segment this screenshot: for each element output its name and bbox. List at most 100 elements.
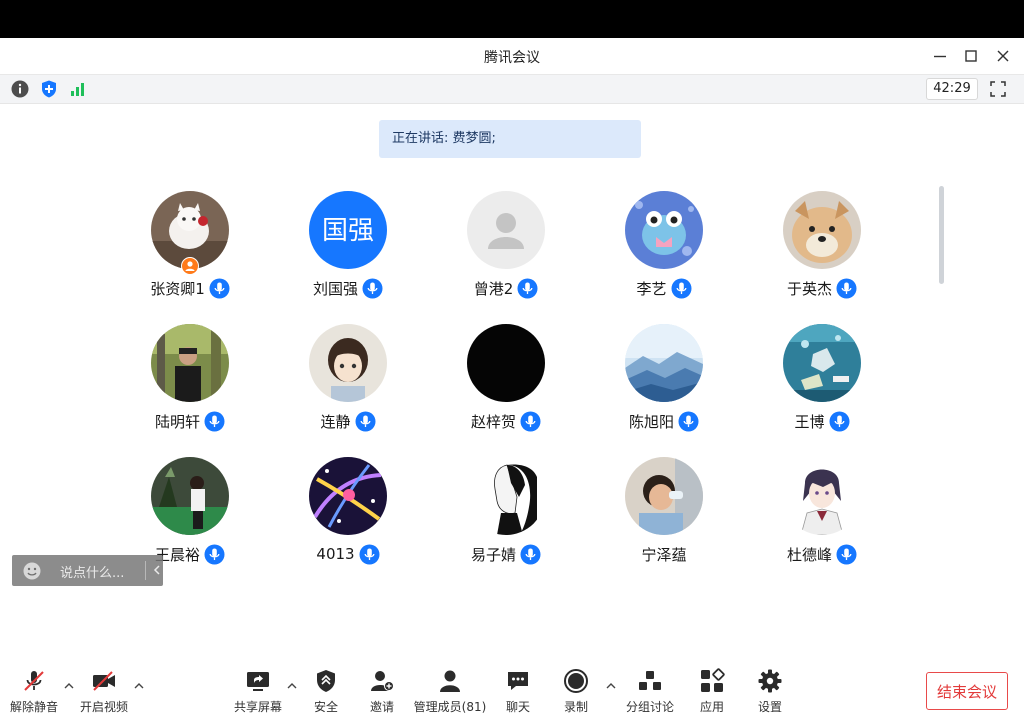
participant-name: 刘国强 [312,279,358,298]
signal-strength-icon[interactable] [68,79,88,99]
emoji-icon[interactable] [22,561,42,581]
participant-tile[interactable]: 于英杰 [752,191,892,311]
chat-label: 聊天 [505,700,531,714]
shield-icon [313,668,339,694]
security-label: 安全 [313,700,339,714]
participant-name: 曾港2 [473,279,514,298]
end-meeting-button[interactable]: 结束会议 [926,672,1008,710]
collapse-chevron-icon[interactable] [150,562,164,578]
invite-button[interactable]: 邀请 [360,668,404,716]
participant-name: 杜德峰 [786,545,832,564]
participant-tile[interactable]: 李艺 [594,191,734,311]
participant-name: 于英杰 [786,279,832,298]
settings-button[interactable]: 设置 [748,668,792,716]
settings-label: 设置 [757,700,783,714]
microphone-icon [204,544,225,565]
participant-tile[interactable]: 杜德峰 [752,457,892,577]
avatar [625,457,703,535]
avatar: 国强 [309,191,387,269]
microphone-icon [671,278,692,299]
microphone-icon [520,544,541,565]
avatar [783,191,861,269]
chat-input-bar[interactable]: 说点什么... [12,555,163,586]
participant-tile[interactable]: 王博 [752,324,892,444]
info-icon[interactable] [10,79,30,99]
microphone-icon [517,278,538,299]
video-off-icon [91,668,117,694]
microphone-icon [204,411,225,432]
breakout-rooms-label: 分组讨论 [625,700,675,714]
participant-tile[interactable]: 曾港2 [436,191,576,311]
avatar [151,324,229,402]
unmute-label: 解除静音 [9,700,59,714]
avatar [625,191,703,269]
avatar [309,457,387,535]
manage-members-label: 管理成员(81) [413,700,487,714]
record-options-chevron-icon[interactable] [604,680,618,692]
avatar [309,324,387,402]
apps-button[interactable]: 应用 [690,668,734,716]
microphone-icon [362,278,383,299]
security-button[interactable]: 安全 [304,668,348,716]
participant-tile[interactable]: 陈旭阳 [594,324,734,444]
window-title: 腾讯会议 [484,50,540,66]
fullscreen-icon[interactable] [988,79,1008,99]
participant-tile[interactable]: 赵梓贺 [436,324,576,444]
participant-name: 张资卿1 [150,279,205,298]
avatar [467,191,545,269]
gear-icon [757,668,783,694]
audio-options-chevron-icon[interactable] [62,680,76,692]
title-bar: 腾讯会议 [0,38,1024,75]
share-screen-button[interactable]: 共享屏幕 [232,668,284,716]
host-icon [181,257,199,275]
maximize-button[interactable] [959,44,983,68]
participant-tile[interactable]: 张资卿1 [120,191,260,311]
participant-tile[interactable]: 宁泽蕴 [594,457,734,577]
invite-label: 邀请 [369,700,395,714]
share-screen-icon [245,668,271,694]
microphone-icon [829,411,850,432]
start-video-button[interactable]: 开启视频 [78,668,130,716]
breakout-rooms-button[interactable]: 分组讨论 [622,668,678,716]
microphone-icon [836,278,857,299]
participant-tile[interactable]: 陆明轩 [120,324,260,444]
record-button[interactable]: 录制 [554,668,598,716]
microphone-icon [520,411,541,432]
participant-tile[interactable]: 易子婧 [436,457,576,577]
participant-tile[interactable]: 4013 [278,457,418,577]
manage-members-button[interactable]: 管理成员(81) [414,668,486,716]
microphone-icon [355,411,376,432]
record-icon [563,668,589,694]
apps-label: 应用 [699,700,725,714]
participant-tile[interactable]: 连静 [278,324,418,444]
participant-name: 赵梓贺 [470,412,516,431]
participant-name: 王博 [794,412,825,431]
participant-tile[interactable]: 国强 刘国强 [278,191,418,311]
shield-icon[interactable] [39,79,59,99]
invite-user-icon [369,668,395,694]
microphone-icon [359,544,380,565]
members-icon [437,668,463,694]
chat-placeholder[interactable]: 说点什么... [60,562,124,581]
participant-name: 4013 [316,545,355,563]
participant-scrollbar[interactable] [939,186,944,284]
microphone-icon [678,411,699,432]
chat-bubble-icon [505,668,531,694]
close-window-button[interactable] [991,44,1015,68]
unmute-button[interactable]: 解除静音 [8,668,60,716]
chat-button[interactable]: 聊天 [496,668,540,716]
participant-name: 宁泽蕴 [641,545,687,564]
microphone-icon [836,544,857,565]
meeting-toolbar: 解除静音 开启视频 共享屏幕 安全 邀请 管理成员(81) 聊天 录制 分组讨论… [0,660,1024,721]
apps-grid-icon [699,668,725,694]
participant-name: 陆明轩 [154,412,200,431]
minimize-button[interactable] [928,44,952,68]
muted-microphone-icon [21,668,47,694]
screen-top-edge [0,0,1024,38]
video-options-chevron-icon[interactable] [132,680,146,692]
share-options-chevron-icon[interactable] [285,680,299,692]
participant-name: 陈旭阳 [628,412,674,431]
divider [145,561,146,580]
breakout-rooms-icon [637,668,663,694]
share-screen-label: 共享屏幕 [233,700,283,714]
